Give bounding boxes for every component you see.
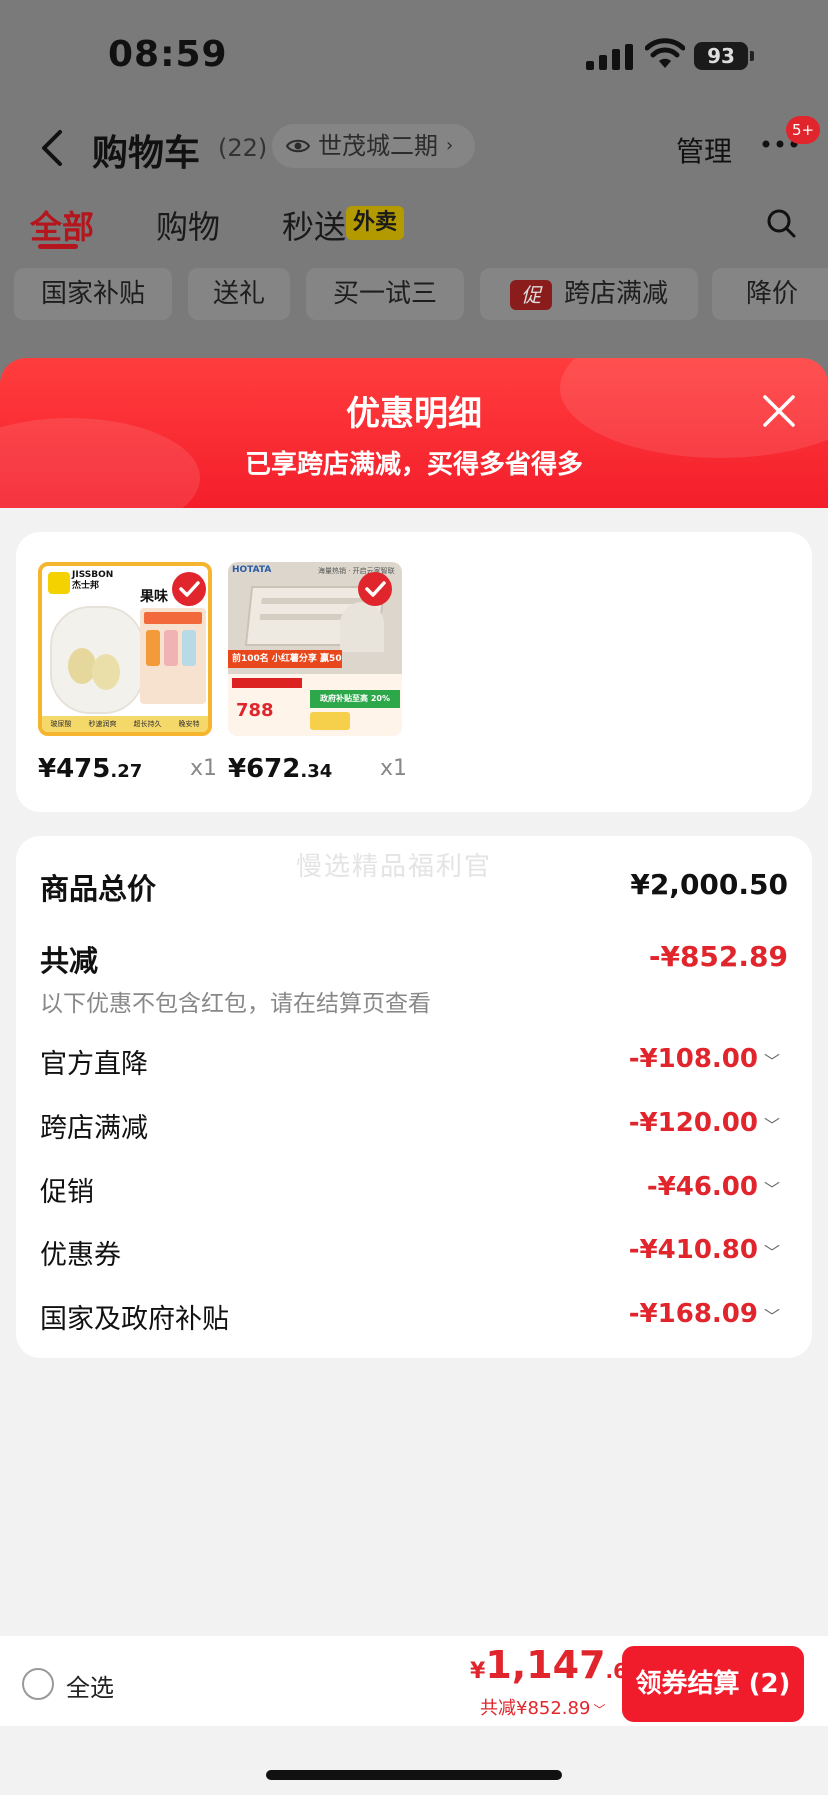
location-label: 世茂城二期 xyxy=(318,132,438,160)
selected-check-icon[interactable] xyxy=(358,572,392,606)
discount-note: 以下优惠不包含红包，请在结算页查看 xyxy=(40,991,431,1017)
summary-card xyxy=(16,836,812,1358)
discount-value-cross-store[interactable]: -¥120.00 ﹀ xyxy=(629,1108,780,1138)
brand-name: JISSBON xyxy=(72,570,114,580)
discount-value-promotion[interactable]: -¥46.00 ﹀ xyxy=(647,1172,780,1202)
chevron-down-icon: ﹀ xyxy=(763,1242,780,1262)
chevron-down-icon: ﹀ xyxy=(763,1115,780,1135)
brand-name-cn: 杰士邦 xyxy=(72,581,100,591)
footer-tag: 超长持久 xyxy=(133,720,162,728)
tab-shopping[interactable]: 购物 xyxy=(156,202,220,248)
promo-tag: 促 xyxy=(509,279,552,310)
promo-panel: 788 政府补贴至高 20% xyxy=(228,674,402,736)
chip-price-drop[interactable]: 降价 xyxy=(712,268,828,320)
chip-cross-store[interactable]: 促跨店满减 xyxy=(480,268,698,320)
selected-check-icon[interactable] xyxy=(172,572,206,606)
discount-label-subsidy: 国家及政府补贴 xyxy=(40,1304,229,1335)
checkout-button[interactable]: 领券结算 (2) xyxy=(622,1646,804,1722)
battery-tip xyxy=(750,51,754,61)
reduce-label: 共减 xyxy=(40,944,99,978)
search-icon[interactable] xyxy=(766,208,796,238)
chevron-down-icon: ﹀ xyxy=(593,1703,606,1717)
total-value: ¥2,000.50 xyxy=(630,868,788,901)
chevron-right-icon: › xyxy=(446,135,454,156)
discount-label-promotion: 促销 xyxy=(40,1177,94,1208)
discount-label-coupon: 优惠券 xyxy=(40,1240,121,1271)
notification-badge: 5+ xyxy=(786,116,820,144)
tab-instant[interactable]: 秒送 xyxy=(282,202,346,248)
promo-banner: 前100名 小红薯分享 赢50元 xyxy=(228,650,342,668)
chevron-down-icon: ﹀ xyxy=(763,1051,780,1071)
cart-total: ¥1,147.61 xyxy=(470,1643,641,1687)
footer-tag: 晚安特 xyxy=(178,720,200,728)
flavor-label: 果味 xyxy=(140,589,168,605)
watermark: 慢选精品福利官 xyxy=(296,852,493,882)
product-case-image xyxy=(50,606,144,714)
footer-tag: 秒速润爽 xyxy=(88,720,117,728)
close-icon[interactable] xyxy=(762,394,796,428)
price-tag: 788 xyxy=(236,700,274,721)
chip-cross-store-label: 跨店满减 xyxy=(563,279,668,309)
products-card: JISSBON 杰士邦 果味 玻尿酸 秒速润爽 超长持久 晚安特 ¥475.27… xyxy=(16,532,812,812)
battery-indicator: 93 xyxy=(694,42,748,70)
sheet-subtitle: 已享跨店满减，买得多省得多 xyxy=(244,450,583,480)
home-indicator xyxy=(266,1770,562,1780)
brand-logo xyxy=(48,572,70,594)
discount-value-subsidy[interactable]: -¥168.09 ﹀ xyxy=(629,1299,780,1329)
product-price: ¥672.34 xyxy=(228,754,333,784)
active-tab-underline xyxy=(38,244,78,249)
reduce-value: -¥852.89 xyxy=(648,940,788,973)
back-arrow-icon[interactable] xyxy=(38,128,66,168)
discount-value-official[interactable]: -¥108.00 ﹀ xyxy=(629,1044,780,1074)
cart-count: (22) xyxy=(218,134,268,162)
sheet-header: 优惠明细 已享跨店满减，买得多省得多 xyxy=(0,358,828,508)
discount-label-cross-store: 跨店满减 xyxy=(40,1113,148,1144)
product-qty: x1 xyxy=(190,756,218,781)
chevron-down-icon: ﹀ xyxy=(763,1306,780,1326)
manage-button[interactable]: 管理 xyxy=(676,130,732,170)
footer-tag: 玻尿酸 xyxy=(50,720,72,728)
spokesperson-image xyxy=(340,602,384,652)
select-all-radio[interactable] xyxy=(22,1668,54,1700)
total-reduce-toggle[interactable]: 共减¥852.89 ﹀ xyxy=(480,1694,605,1720)
discount-label-official: 官方直降 xyxy=(40,1049,148,1080)
chip-try-three[interactable]: 买一试三 xyxy=(306,268,464,320)
signal-icon xyxy=(586,44,633,70)
eye-icon xyxy=(286,139,310,153)
product-qty: x1 xyxy=(380,756,408,781)
sheet-title: 优惠明细 xyxy=(346,394,482,434)
total-label: 商品总价 xyxy=(40,872,157,906)
promo-panel xyxy=(140,608,206,704)
chip-gift[interactable]: 送礼 xyxy=(188,268,290,320)
tab-all[interactable]: 全部 xyxy=(30,202,94,248)
location-selector[interactable]: 世茂城二期 › xyxy=(272,124,476,168)
chip-national-subsidy[interactable]: 国家补贴 xyxy=(14,268,172,320)
page-title: 购物车 xyxy=(92,133,201,174)
wifi-icon xyxy=(645,38,685,68)
product-price: ¥475.27 xyxy=(38,754,143,784)
discount-value-coupon[interactable]: -¥410.80 ﹀ xyxy=(629,1235,780,1265)
subsidy-badge: 政府补贴至高 20% xyxy=(310,690,400,708)
select-all-label[interactable]: 全选 xyxy=(66,1668,114,1703)
chevron-down-icon: ﹀ xyxy=(763,1179,780,1199)
waimai-badge: 外卖 xyxy=(346,206,405,240)
status-time: 08:59 xyxy=(108,34,228,75)
brand-name: HOTATA xyxy=(232,565,272,575)
